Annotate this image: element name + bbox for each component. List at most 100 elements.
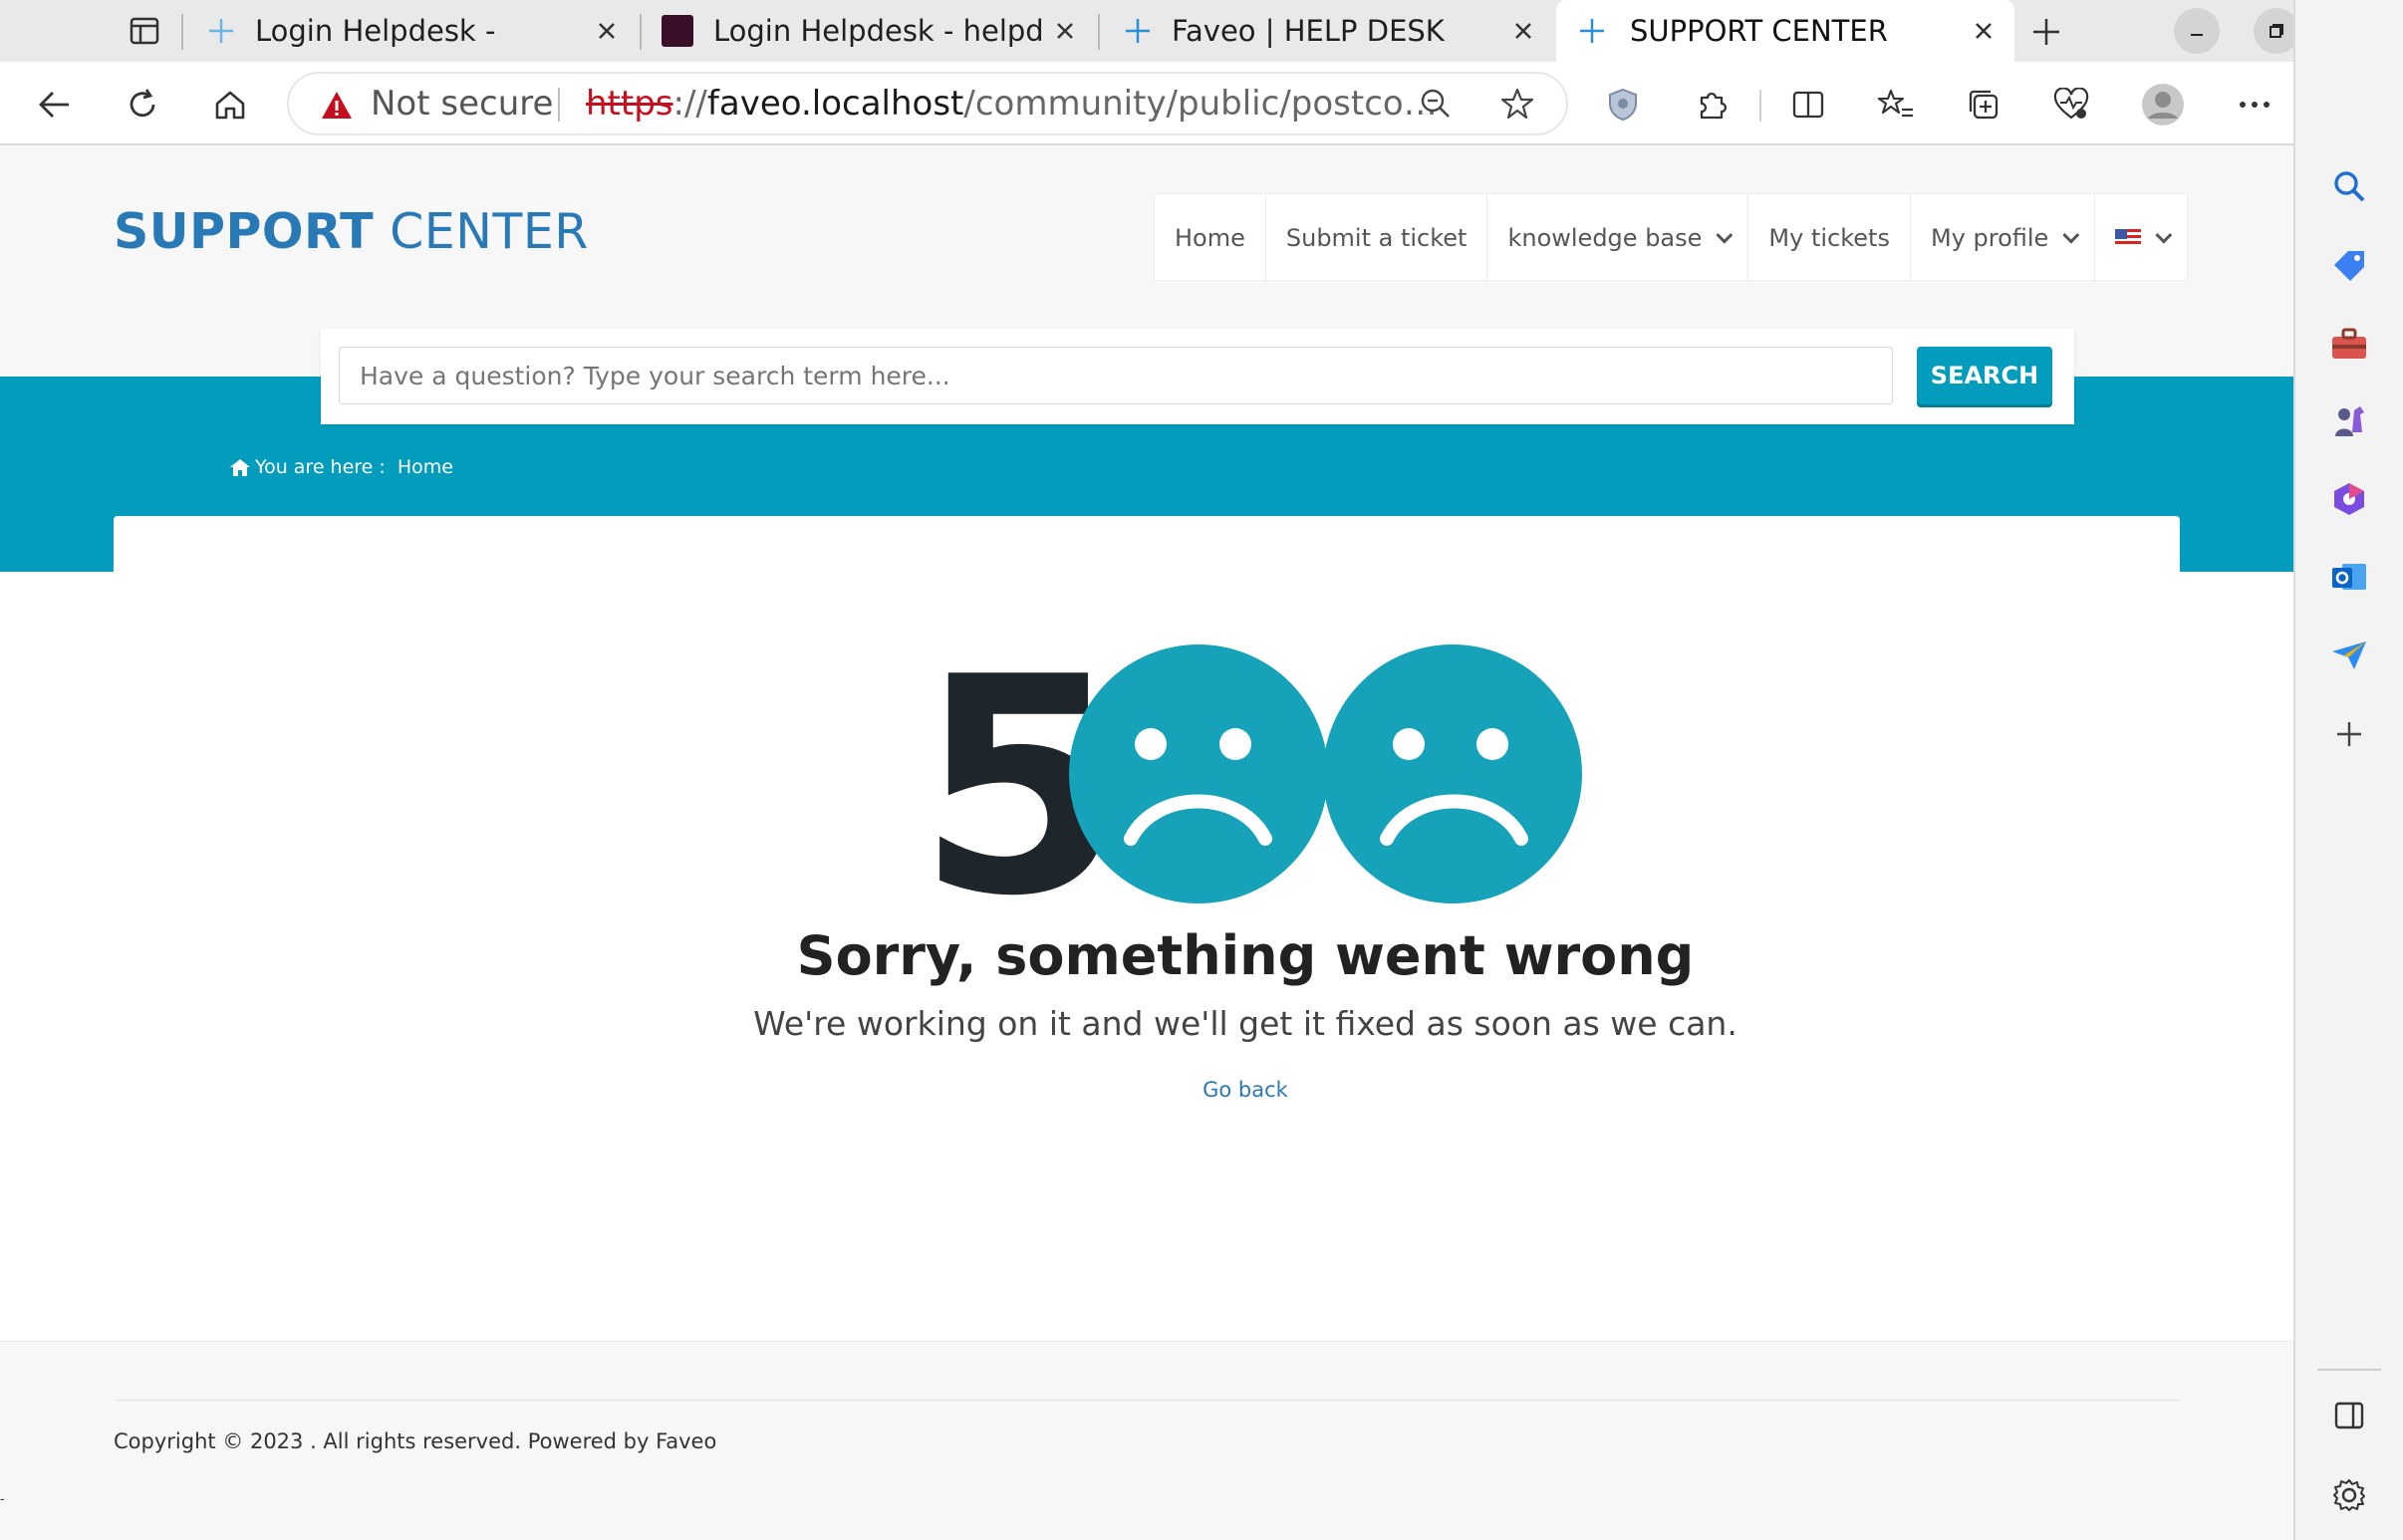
minimize-button[interactable] bbox=[2174, 8, 2220, 54]
nav-my-profile[interactable]: My profile bbox=[1911, 194, 2096, 282]
address-separator bbox=[558, 88, 560, 122]
footer-divider bbox=[114, 1400, 2180, 1401]
zoom-button[interactable] bbox=[1411, 79, 1461, 128]
us-flag-icon bbox=[2115, 229, 2142, 247]
warning-icon bbox=[322, 92, 352, 119]
url-scheme: https bbox=[586, 84, 673, 124]
sidebar-settings-button[interactable] bbox=[2324, 1470, 2374, 1520]
search-panel: SEARCH bbox=[321, 329, 2074, 424]
site-logo[interactable]: SUPPORT CENTER bbox=[114, 203, 589, 260]
main-nav: Home Submit a ticket knowledge base My t… bbox=[1154, 193, 2189, 282]
chess-piece-icon bbox=[2335, 406, 2364, 436]
nav-home-label: Home bbox=[1175, 224, 1245, 252]
terminal-favicon-icon bbox=[662, 15, 693, 47]
profile-button[interactable] bbox=[2138, 80, 2188, 129]
url-text[interactable]: https://faveo.localhost/community/public… bbox=[586, 84, 1463, 124]
tab-title: SUPPORT CENTER bbox=[1630, 14, 1888, 48]
nav-home[interactable]: Home bbox=[1155, 194, 1266, 282]
browser-tab-strip: Login Helpdesk - Login Helpdesk - helpde… bbox=[0, 0, 2403, 62]
go-back-link: Go back bbox=[0, 1078, 2293, 1102]
tab-actions-icon bbox=[130, 17, 159, 45]
extensions-button[interactable] bbox=[1688, 80, 1737, 129]
sidebar-send-button[interactable] bbox=[2324, 630, 2374, 679]
browser-tab[interactable]: Faveo | HELP DESK bbox=[1102, 0, 1556, 62]
back-button[interactable] bbox=[30, 80, 80, 129]
search-button[interactable]: SEARCH bbox=[1917, 347, 2052, 404]
sidebar-outlook-button[interactable] bbox=[2324, 552, 2374, 602]
browser-toolbar: Not secure https://faveo.localhost/commu… bbox=[0, 62, 2293, 145]
error-subtitle: We're working on it and we'll get it fix… bbox=[753, 1004, 1737, 1043]
site-footer: Copyright © 2023 . All rights reserved. … bbox=[0, 1341, 2293, 1540]
tracking-prevention-button[interactable] bbox=[1598, 80, 1648, 129]
brand-strong: SUPPORT bbox=[114, 203, 375, 260]
stray-dash: - bbox=[0, 1490, 5, 1506]
sidebar-add-button[interactable] bbox=[2324, 709, 2374, 759]
web-page: SUPPORT CENTER Home Submit a ticket know… bbox=[0, 145, 2293, 1540]
go-back-link-text[interactable]: Go back bbox=[1202, 1078, 1288, 1102]
toolbar-divider bbox=[1759, 90, 1761, 122]
tab-close-icon[interactable] bbox=[1050, 16, 1080, 46]
home-button[interactable] bbox=[205, 80, 255, 129]
address-bar[interactable]: Not secure https://faveo.localhost/commu… bbox=[287, 72, 1568, 135]
nav-knowledge-base-label: knowledge base bbox=[1507, 224, 1703, 252]
restore-icon bbox=[2270, 24, 2283, 38]
office-icon bbox=[2334, 483, 2364, 515]
split-screen-button[interactable] bbox=[1783, 80, 1833, 129]
url-separator: :// bbox=[672, 84, 707, 124]
tab-close-icon[interactable] bbox=[1508, 16, 1538, 46]
nav-language[interactable] bbox=[2095, 194, 2187, 282]
breadcrumb: You are here : Home bbox=[229, 456, 453, 478]
collections-button[interactable] bbox=[1959, 80, 2008, 129]
sidebar-office-button[interactable] bbox=[2324, 474, 2374, 524]
settings-menu-button[interactable] bbox=[2230, 80, 2279, 129]
heart-pulse-icon bbox=[2053, 88, 2089, 120]
sidebar-tools-button[interactable] bbox=[2324, 319, 2374, 369]
plus-icon bbox=[2337, 722, 2361, 746]
reload-icon bbox=[130, 89, 155, 118]
error-500-graphic: 5 bbox=[917, 640, 1582, 908]
favorite-button[interactable] bbox=[1492, 79, 1542, 128]
gear-icon bbox=[2333, 1479, 2365, 1511]
sidebar-shopping-button[interactable] bbox=[2324, 241, 2374, 291]
sidebar-games-button[interactable] bbox=[2324, 396, 2374, 446]
nav-submit-ticket-label: Submit a ticket bbox=[1285, 224, 1468, 252]
tab-separator bbox=[1098, 14, 1100, 50]
edge-sidebar bbox=[2293, 62, 2403, 1540]
browser-tab[interactable]: Login Helpdesk - helpde bbox=[644, 0, 1098, 62]
nav-submit-ticket[interactable]: Submit a ticket bbox=[1266, 194, 1488, 282]
sidebar-search-button[interactable] bbox=[2324, 161, 2374, 211]
nav-my-profile-label: My profile bbox=[1930, 224, 2049, 252]
puzzle-icon bbox=[1700, 92, 1728, 120]
shopping-tag-icon bbox=[2334, 251, 2364, 281]
paper-plane-icon bbox=[2332, 642, 2366, 669]
breadcrumb-label: You are here : bbox=[255, 456, 386, 478]
breadcrumb-home-link[interactable]: Home bbox=[398, 456, 453, 478]
tab-title: Faveo | HELP DESK bbox=[1172, 14, 1445, 48]
tab-close-icon[interactable] bbox=[1969, 16, 1999, 46]
tab-close-icon[interactable] bbox=[592, 16, 622, 46]
star-icon bbox=[1500, 88, 1534, 120]
sidebar-hide-button[interactable] bbox=[2324, 1391, 2374, 1440]
favorites-icon bbox=[1878, 89, 1913, 118]
reload-button[interactable] bbox=[118, 80, 167, 129]
sad-face-icon bbox=[1323, 644, 1582, 903]
browser-tab-active[interactable]: SUPPORT CENTER bbox=[1556, 0, 2014, 62]
footer-copyright: Copyright © 2023 . All rights reserved. … bbox=[114, 1429, 717, 1453]
new-tab-button[interactable] bbox=[2026, 12, 2066, 52]
favorites-button[interactable] bbox=[1871, 80, 1921, 129]
back-arrow-icon bbox=[39, 92, 69, 118]
chevron-down-icon bbox=[1716, 226, 1734, 244]
tab-loading-icon bbox=[1580, 19, 1604, 43]
toolbox-icon bbox=[2332, 328, 2366, 359]
error-title: Sorry, something went wrong bbox=[796, 924, 1695, 987]
search-input[interactable] bbox=[339, 347, 1893, 404]
nav-my-tickets[interactable]: My tickets bbox=[1748, 194, 1911, 282]
tab-actions-button[interactable] bbox=[114, 10, 175, 52]
browser-essentials-button[interactable] bbox=[2046, 80, 2096, 129]
sad-face-icon bbox=[1069, 644, 1328, 903]
nav-knowledge-base[interactable]: knowledge base bbox=[1487, 194, 1749, 282]
security-label[interactable]: Not secure bbox=[371, 84, 553, 124]
tab-separator bbox=[181, 14, 183, 50]
outlook-icon bbox=[2332, 564, 2366, 590]
browser-tab[interactable]: Login Helpdesk - bbox=[185, 0, 640, 62]
